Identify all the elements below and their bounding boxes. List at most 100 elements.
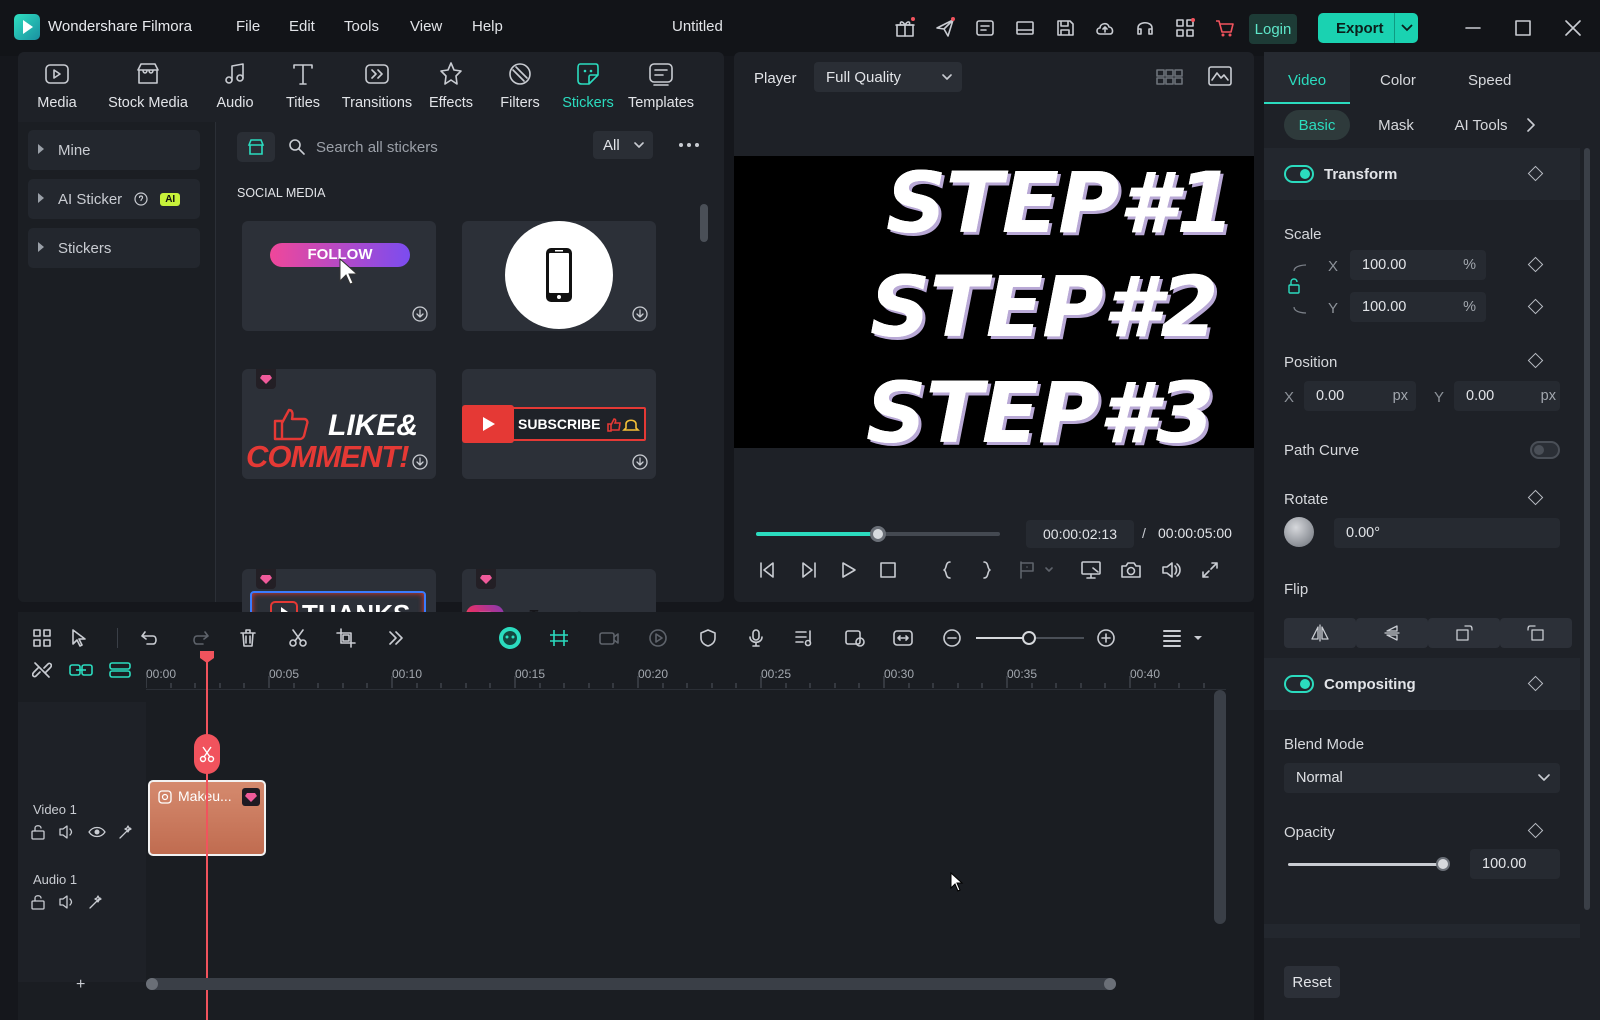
- group-link-icon[interactable]: [68, 660, 94, 680]
- position-y-input[interactable]: 0.00 px: [1454, 381, 1560, 411]
- sticker-follow[interactable]: FOLLOW: [242, 221, 436, 331]
- speed-ramp-icon[interactable]: [648, 628, 668, 648]
- tab-speed[interactable]: Speed: [1468, 72, 1511, 89]
- sticker-subscribe[interactable]: SUBSCRIBE: [462, 369, 656, 479]
- shield-icon[interactable]: [698, 628, 718, 648]
- category-stickers[interactable]: Stickers: [28, 228, 200, 268]
- layout-grid-icon[interactable]: [32, 628, 52, 648]
- auto-snap-icon[interactable]: [548, 628, 570, 648]
- menu-help[interactable]: Help: [472, 18, 503, 35]
- tab-audio[interactable]: Audio: [196, 60, 274, 120]
- tab-effects[interactable]: Effects: [412, 60, 490, 120]
- keyframe-diamond-icon[interactable]: [1527, 352, 1544, 369]
- export-button[interactable]: Export: [1318, 13, 1418, 43]
- ai-mate-icon[interactable]: [498, 626, 522, 650]
- track-effects-icon[interactable]: [88, 894, 106, 910]
- keyframe-diamond-icon[interactable]: [1527, 165, 1544, 182]
- close-icon[interactable]: [1565, 20, 1581, 36]
- search-input[interactable]: [316, 136, 576, 158]
- rotate-dial[interactable]: [1284, 517, 1314, 547]
- cloud-upload-icon[interactable]: [1094, 17, 1116, 39]
- scopes-icon[interactable]: [1208, 66, 1232, 86]
- category-ai-sticker[interactable]: AI Sticker AI: [28, 179, 200, 219]
- tab-color[interactable]: Color: [1380, 72, 1416, 89]
- snapshot-icon[interactable]: [1120, 560, 1142, 580]
- volume-icon[interactable]: [1160, 560, 1182, 580]
- subtab-ai-tools[interactable]: AI Tools: [1454, 110, 1508, 140]
- grid-view-icon[interactable]: [1156, 68, 1184, 86]
- add-track-button[interactable]: +: [76, 976, 85, 994]
- display-settings-icon[interactable]: [1080, 560, 1102, 580]
- position-x-input[interactable]: 0.00 px: [1304, 381, 1416, 411]
- tab-templates[interactable]: Templates: [622, 60, 700, 120]
- opacity-slider-knob[interactable]: [1436, 857, 1450, 871]
- reset-button[interactable]: Reset: [1284, 966, 1340, 998]
- opacity-slider-track[interactable]: [1288, 863, 1444, 866]
- time-ruler[interactable]: [146, 652, 1226, 690]
- scale-x-input[interactable]: 100.00 %: [1350, 250, 1486, 280]
- zoom-slider-knob[interactable]: [1022, 631, 1036, 645]
- save-icon[interactable]: [1054, 17, 1076, 39]
- flip-vertical-button[interactable]: [1356, 618, 1428, 648]
- category-mine[interactable]: Mine: [28, 130, 200, 170]
- quality-select[interactable]: Full Quality: [814, 62, 962, 92]
- microphone-icon[interactable]: [746, 628, 766, 648]
- menu-file[interactable]: File: [236, 18, 260, 35]
- timeline-horizontal-scrollbar[interactable]: [146, 978, 1116, 990]
- headset-icon[interactable]: [1134, 17, 1156, 39]
- track-area[interactable]: [146, 690, 1226, 982]
- mark-in-icon[interactable]: [938, 560, 958, 580]
- sticker-phone[interactable]: [462, 221, 656, 331]
- playhead-handle-icon[interactable]: [199, 650, 215, 664]
- download-icon[interactable]: [632, 453, 648, 471]
- help-icon[interactable]: [134, 192, 148, 206]
- crop-icon[interactable]: [336, 628, 356, 648]
- sticker-like-comment[interactable]: LIKE& COMMENT!: [242, 369, 436, 479]
- fit-timeline-icon[interactable]: [892, 628, 914, 648]
- next-frame-icon[interactable]: [798, 560, 818, 580]
- keyframe-diamond-icon[interactable]: [1527, 822, 1544, 839]
- delete-icon[interactable]: [238, 628, 258, 648]
- motion-track-icon[interactable]: [598, 628, 620, 648]
- subtab-basic[interactable]: Basic: [1284, 110, 1350, 140]
- rotate-left-button[interactable]: [1428, 618, 1500, 648]
- download-icon[interactable]: [632, 305, 648, 323]
- menu-view[interactable]: View: [410, 18, 442, 35]
- tab-stock-media[interactable]: Stock Media: [98, 60, 198, 120]
- scale-y-input[interactable]: 100.00 %: [1350, 292, 1486, 322]
- tab-media[interactable]: Media: [18, 60, 96, 120]
- sticker-filter-select[interactable]: All: [593, 131, 653, 159]
- link-off-icon[interactable]: [32, 660, 52, 680]
- sticker-store-icon[interactable]: [237, 132, 275, 162]
- playback-progress-track[interactable]: [756, 526, 1000, 542]
- undo-icon[interactable]: [140, 628, 160, 648]
- track-lock-icon[interactable]: [30, 824, 46, 840]
- gift-icon[interactable]: [894, 17, 916, 39]
- video-preview[interactable]: STEP#1 STEP#2 STEP#3: [734, 156, 1254, 448]
- keyframe-diamond-icon[interactable]: [1527, 489, 1544, 506]
- transform-toggle[interactable]: [1284, 165, 1314, 183]
- chevron-right-icon[interactable]: [1526, 118, 1536, 132]
- timeline-vertical-scrollbar[interactable]: [1214, 690, 1226, 924]
- flip-horizontal-button[interactable]: [1284, 618, 1356, 648]
- track-visibility-icon[interactable]: [88, 824, 106, 840]
- track-volume-icon[interactable]: [58, 894, 76, 910]
- path-curve-toggle[interactable]: [1530, 441, 1560, 459]
- auto-sync-icon[interactable]: [844, 628, 866, 648]
- menu-edit[interactable]: Edit: [289, 18, 315, 35]
- library-scrollbar[interactable]: [700, 204, 708, 242]
- compositing-toggle[interactable]: [1284, 675, 1314, 693]
- play-icon[interactable]: [838, 560, 858, 580]
- mark-out-icon[interactable]: [976, 560, 996, 580]
- zoom-out-icon[interactable]: [942, 628, 962, 648]
- keyframe-diamond-icon[interactable]: [1527, 675, 1544, 692]
- minimize-icon[interactable]: [1465, 20, 1481, 36]
- properties-scrollbar[interactable]: [1584, 148, 1590, 910]
- keyframe-diamond-icon[interactable]: [1527, 298, 1544, 315]
- chevron-down-icon[interactable]: [1394, 13, 1418, 43]
- track-manager-icon[interactable]: [108, 660, 132, 680]
- subtab-mask[interactable]: Mask: [1372, 110, 1420, 140]
- download-icon[interactable]: [412, 305, 428, 323]
- menu-tools[interactable]: Tools: [344, 18, 379, 35]
- track-lock-icon[interactable]: [30, 894, 46, 910]
